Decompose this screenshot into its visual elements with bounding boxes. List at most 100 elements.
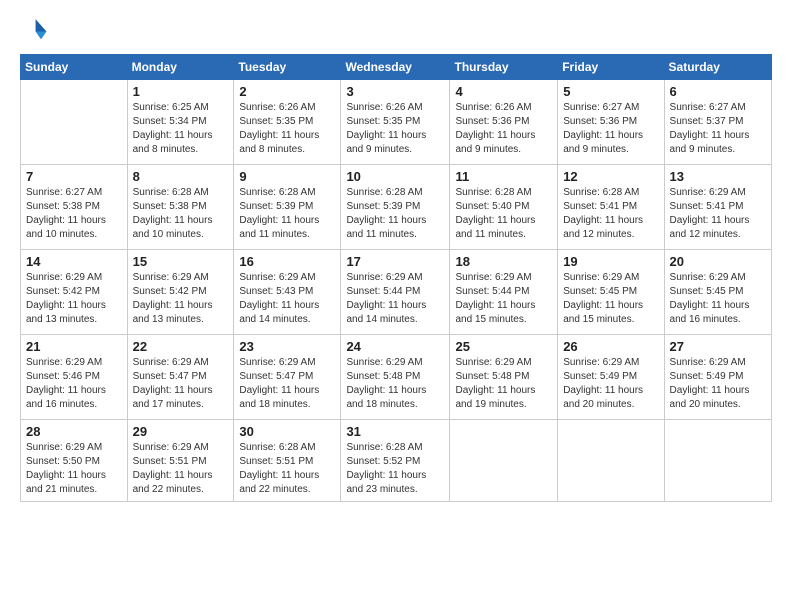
day-info: Sunrise: 6:28 AM Sunset: 5:41 PM Dayligh… [563,186,658,242]
calendar-cell: 3 Sunrise: 6:26 AM Sunset: 5:35 PM Daylig… [341,80,450,165]
weekday-header: Sunday [21,55,128,80]
day-info: Sunrise: 6:29 AM Sunset: 5:45 PM Dayligh… [563,271,658,327]
day-info: Sunrise: 6:29 AM Sunset: 5:44 PM Dayligh… [455,271,552,327]
calendar-cell: 30 Sunrise: 6:28 AM Sunset: 5:51 PM Dayli… [234,420,341,502]
day-info: Sunrise: 6:27 AM Sunset: 5:36 PM Dayligh… [563,101,658,157]
day-info: Sunrise: 6:28 AM Sunset: 5:38 PM Dayligh… [133,186,229,242]
day-info: Sunrise: 6:29 AM Sunset: 5:46 PM Dayligh… [26,356,122,412]
day-number: 8 [133,169,229,184]
day-number: 2 [239,84,335,99]
calendar-cell: 31 Sunrise: 6:28 AM Sunset: 5:52 PM Dayli… [341,420,450,502]
day-number: 5 [563,84,658,99]
calendar-cell [21,80,128,165]
calendar-cell: 4 Sunrise: 6:26 AM Sunset: 5:36 PM Daylig… [450,80,558,165]
day-info: Sunrise: 6:29 AM Sunset: 5:42 PM Dayligh… [133,271,229,327]
day-info: Sunrise: 6:28 AM Sunset: 5:39 PM Dayligh… [239,186,335,242]
calendar-cell: 21 Sunrise: 6:29 AM Sunset: 5:46 PM Dayli… [21,335,128,420]
day-info: Sunrise: 6:28 AM Sunset: 5:52 PM Dayligh… [346,441,444,497]
calendar-cell [450,420,558,502]
day-number: 18 [455,254,552,269]
calendar-week-row: 7 Sunrise: 6:27 AM Sunset: 5:38 PM Daylig… [21,165,772,250]
calendar-cell: 9 Sunrise: 6:28 AM Sunset: 5:39 PM Daylig… [234,165,341,250]
calendar-cell: 15 Sunrise: 6:29 AM Sunset: 5:42 PM Dayli… [127,250,234,335]
day-number: 27 [670,339,766,354]
weekday-header: Friday [558,55,664,80]
day-info: Sunrise: 6:29 AM Sunset: 5:45 PM Dayligh… [670,271,766,327]
day-info: Sunrise: 6:27 AM Sunset: 5:38 PM Dayligh… [26,186,122,242]
calendar-cell: 17 Sunrise: 6:29 AM Sunset: 5:44 PM Dayli… [341,250,450,335]
day-number: 9 [239,169,335,184]
calendar-cell: 24 Sunrise: 6:29 AM Sunset: 5:48 PM Dayli… [341,335,450,420]
day-info: Sunrise: 6:29 AM Sunset: 5:41 PM Dayligh… [670,186,766,242]
day-info: Sunrise: 6:26 AM Sunset: 5:36 PM Dayligh… [455,101,552,157]
day-number: 22 [133,339,229,354]
day-info: Sunrise: 6:29 AM Sunset: 5:51 PM Dayligh… [133,441,229,497]
weekday-header: Saturday [664,55,771,80]
day-info: Sunrise: 6:29 AM Sunset: 5:48 PM Dayligh… [346,356,444,412]
day-number: 1 [133,84,229,99]
day-number: 13 [670,169,766,184]
day-info: Sunrise: 6:28 AM Sunset: 5:39 PM Dayligh… [346,186,444,242]
day-number: 26 [563,339,658,354]
calendar-cell: 10 Sunrise: 6:28 AM Sunset: 5:39 PM Dayli… [341,165,450,250]
calendar-cell: 14 Sunrise: 6:29 AM Sunset: 5:42 PM Dayli… [21,250,128,335]
day-number: 3 [346,84,444,99]
calendar-cell: 1 Sunrise: 6:25 AM Sunset: 5:34 PM Daylig… [127,80,234,165]
day-number: 16 [239,254,335,269]
calendar-week-row: 1 Sunrise: 6:25 AM Sunset: 5:34 PM Daylig… [21,80,772,165]
calendar-cell: 19Sunrise: 6:29 AM Sunset: 5:45 PM Dayli… [558,250,664,335]
day-number: 29 [133,424,229,439]
day-info: Sunrise: 6:29 AM Sunset: 5:47 PM Dayligh… [133,356,229,412]
calendar-cell: 22 Sunrise: 6:29 AM Sunset: 5:47 PM Dayli… [127,335,234,420]
calendar-week-row: 21 Sunrise: 6:29 AM Sunset: 5:46 PM Dayli… [21,335,772,420]
calendar-header-row: SundayMondayTuesdayWednesdayThursdayFrid… [21,55,772,80]
day-info: Sunrise: 6:29 AM Sunset: 5:48 PM Dayligh… [455,356,552,412]
day-info: Sunrise: 6:28 AM Sunset: 5:51 PM Dayligh… [239,441,335,497]
day-number: 17 [346,254,444,269]
day-info: Sunrise: 6:29 AM Sunset: 5:49 PM Dayligh… [670,356,766,412]
page: SundayMondayTuesdayWednesdayThursdayFrid… [0,0,792,518]
day-info: Sunrise: 6:29 AM Sunset: 5:47 PM Dayligh… [239,356,335,412]
calendar-week-row: 14 Sunrise: 6:29 AM Sunset: 5:42 PM Dayli… [21,250,772,335]
calendar-cell: 7 Sunrise: 6:27 AM Sunset: 5:38 PM Daylig… [21,165,128,250]
day-info: Sunrise: 6:25 AM Sunset: 5:34 PM Dayligh… [133,101,229,157]
day-number: 15 [133,254,229,269]
calendar-cell: 12 Sunrise: 6:28 AM Sunset: 5:41 PM Dayli… [558,165,664,250]
calendar-cell: 8 Sunrise: 6:28 AM Sunset: 5:38 PM Daylig… [127,165,234,250]
day-number: 24 [346,339,444,354]
calendar-table: SundayMondayTuesdayWednesdayThursdayFrid… [20,54,772,502]
calendar-cell: 2Sunrise: 6:26 AM Sunset: 5:35 PM Daylig… [234,80,341,165]
day-number: 21 [26,339,122,354]
day-number: 30 [239,424,335,439]
day-info: Sunrise: 6:29 AM Sunset: 5:42 PM Dayligh… [26,271,122,327]
calendar-cell: 26Sunrise: 6:29 AM Sunset: 5:49 PM Dayli… [558,335,664,420]
calendar-cell: 6Sunrise: 6:27 AM Sunset: 5:37 PM Daylig… [664,80,771,165]
weekday-header: Tuesday [234,55,341,80]
calendar-cell: 16 Sunrise: 6:29 AM Sunset: 5:43 PM Dayli… [234,250,341,335]
day-number: 23 [239,339,335,354]
day-number: 25 [455,339,552,354]
calendar-cell: 20Sunrise: 6:29 AM Sunset: 5:45 PM Dayli… [664,250,771,335]
calendar-cell [558,420,664,502]
calendar-cell: 27 Sunrise: 6:29 AM Sunset: 5:49 PM Dayli… [664,335,771,420]
day-number: 28 [26,424,122,439]
logo [20,16,52,44]
day-info: Sunrise: 6:27 AM Sunset: 5:37 PM Dayligh… [670,101,766,157]
day-number: 4 [455,84,552,99]
day-number: 10 [346,169,444,184]
calendar-cell: 18 Sunrise: 6:29 AM Sunset: 5:44 PM Dayli… [450,250,558,335]
calendar-cell: 29 Sunrise: 6:29 AM Sunset: 5:51 PM Dayli… [127,420,234,502]
day-info: Sunrise: 6:26 AM Sunset: 5:35 PM Dayligh… [346,101,444,157]
calendar-cell: 28 Sunrise: 6:29 AM Sunset: 5:50 PM Dayli… [21,420,128,502]
day-number: 14 [26,254,122,269]
day-number: 7 [26,169,122,184]
calendar-cell [664,420,771,502]
calendar-cell: 25 Sunrise: 6:29 AM Sunset: 5:48 PM Dayli… [450,335,558,420]
day-number: 12 [563,169,658,184]
day-info: Sunrise: 6:29 AM Sunset: 5:44 PM Dayligh… [346,271,444,327]
day-info: Sunrise: 6:29 AM Sunset: 5:43 PM Dayligh… [239,271,335,327]
day-number: 31 [346,424,444,439]
day-info: Sunrise: 6:28 AM Sunset: 5:40 PM Dayligh… [455,186,552,242]
day-number: 11 [455,169,552,184]
day-info: Sunrise: 6:29 AM Sunset: 5:50 PM Dayligh… [26,441,122,497]
